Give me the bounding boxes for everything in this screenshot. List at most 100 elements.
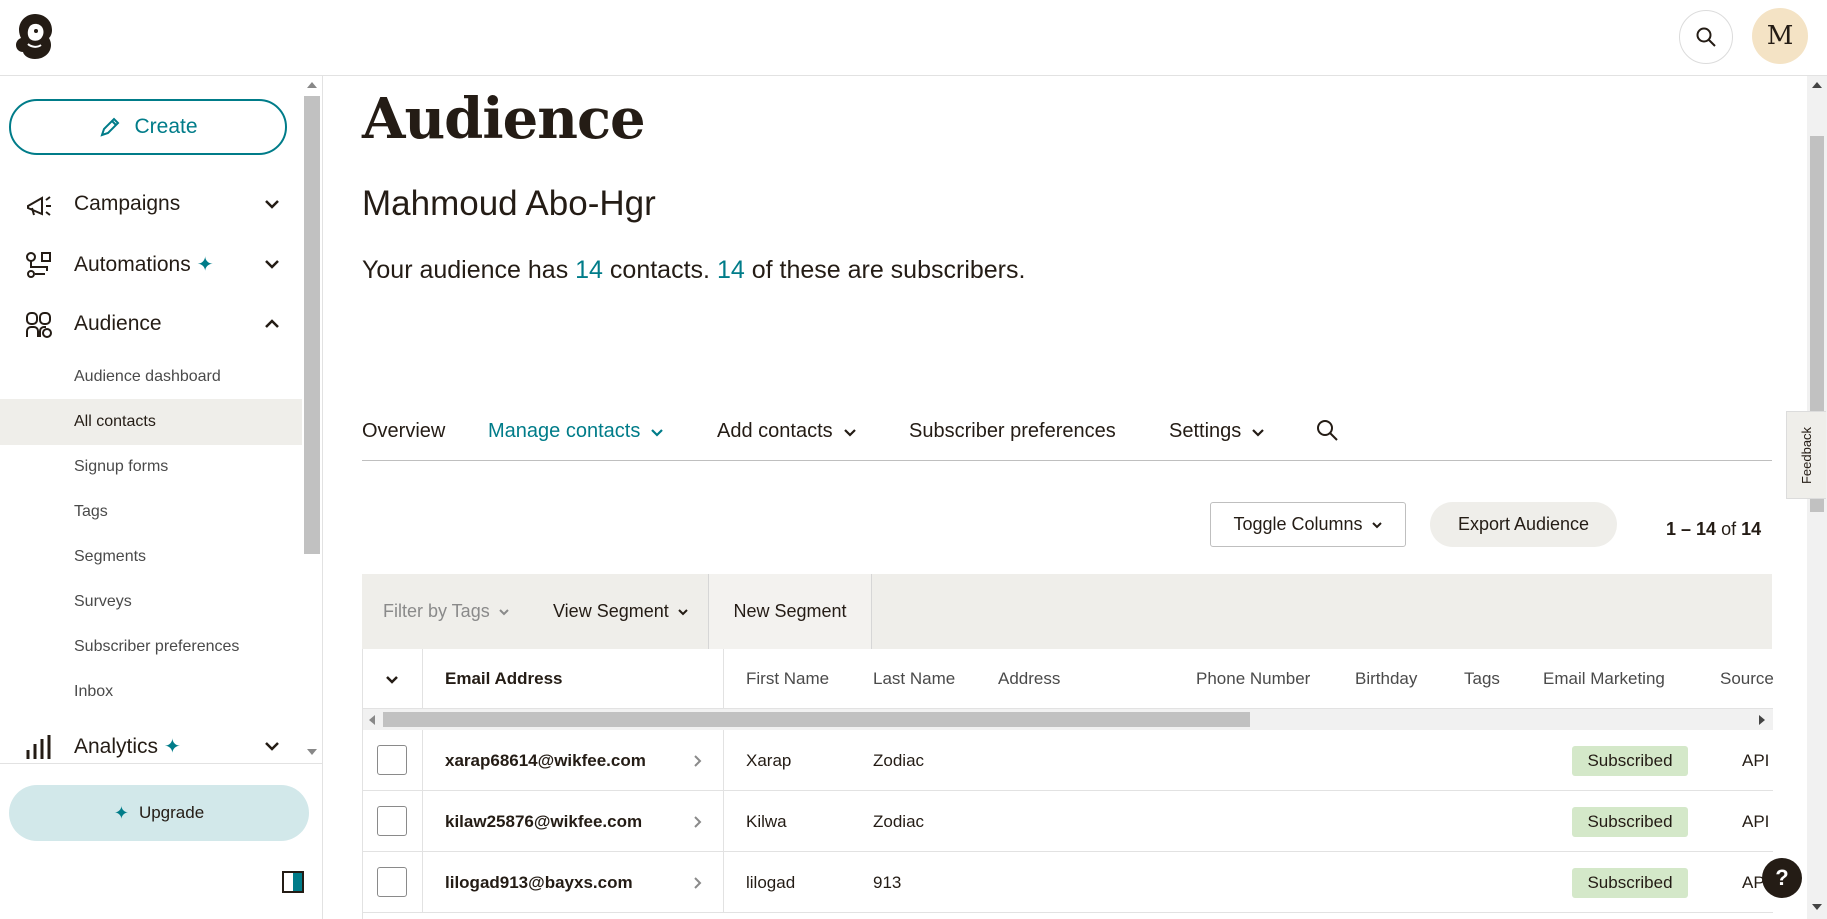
column-header-first-name[interactable]: First Name [746, 649, 829, 709]
column-header-birthday[interactable]: Birthday [1355, 649, 1417, 709]
sidebar-subitem-signup-forms[interactable]: Signup forms [0, 444, 302, 490]
row-checkbox[interactable] [377, 745, 407, 775]
column-header-tags[interactable]: Tags [1464, 649, 1500, 709]
chevron-right-icon[interactable] [691, 876, 705, 890]
status-badge: Subscribed [1572, 807, 1688, 837]
sidebar-scrollbar[interactable] [302, 76, 322, 763]
column-divider [723, 649, 724, 709]
contacts-table: Email Address First Name Last Name Addre… [362, 649, 1774, 919]
sparkle-icon: ✦ [113, 802, 129, 823]
tab-manage-contacts[interactable]: Manage contacts [488, 420, 664, 443]
chevron-down-icon [651, 428, 664, 437]
contact-email-link[interactable]: lilogad913@bayxs.com [445, 852, 633, 913]
megaphone-icon [27, 196, 51, 216]
upgrade-button-label: Upgrade [138, 803, 205, 822]
column-header-last-name[interactable]: Last Name [873, 649, 955, 709]
chevron-down-icon [265, 200, 279, 209]
first-name-cell: Kilwa [746, 811, 787, 831]
sidebar-subitem-all-contacts[interactable]: All contacts [0, 399, 302, 445]
table-row[interactable]: kilaw25876@wikfee.com Kilwa Zodiac Subsc… [363, 791, 1773, 852]
scroll-left-arrow-icon[interactable] [369, 715, 375, 725]
tab-add-contacts[interactable]: Add contacts [717, 420, 857, 443]
contact-email-link[interactable]: kilaw25876@wikfee.com [445, 791, 642, 852]
select-all-toggle[interactable] [385, 649, 399, 709]
new-segment-button[interactable]: New Segment [708, 574, 872, 649]
column-divider [422, 649, 423, 709]
create-button[interactable]: Create [9, 99, 287, 155]
last-name-cell: 913 [873, 872, 902, 892]
sidebar-item-audience[interactable]: Audience [0, 296, 302, 352]
column-header-email-marketing[interactable]: Email Marketing [1543, 649, 1665, 709]
summary-prefix: Your audience has [362, 256, 569, 284]
column-header-email[interactable]: Email Address [445, 649, 562, 709]
sidebar-subitem-tags[interactable]: Tags [0, 489, 302, 535]
sidebar-item-analytics[interactable]: Analytics ✦ [0, 718, 302, 763]
column-header-address[interactable]: Address [998, 649, 1060, 709]
bar-chart-icon [26, 735, 51, 759]
sidebar-item-label: Audience [74, 312, 162, 335]
chevron-down-icon [265, 260, 279, 269]
summary-middle: contacts. [609, 256, 710, 284]
sidebar-item-label: Analytics ✦ [74, 734, 181, 758]
table-horizontal-scrollbar[interactable] [363, 709, 1773, 730]
scroll-right-arrow-icon[interactable] [1759, 715, 1765, 725]
filter-by-tags-dropdown[interactable]: Filter by Tags [383, 574, 510, 649]
chevron-down-icon [1371, 521, 1382, 528]
summary-suffix: of these are subscribers. [751, 256, 1026, 284]
export-audience-button[interactable]: Export Audience [1430, 502, 1617, 547]
chevron-down-icon [265, 742, 279, 751]
tab-subscriber-preferences[interactable]: Subscriber preferences [909, 420, 1116, 443]
automation-flow-icon [26, 252, 51, 278]
audience-name: Mahmoud Abo-Hgr [362, 184, 656, 223]
column-divider [723, 791, 724, 852]
scrollbar-thumb[interactable] [304, 96, 320, 554]
column-divider [723, 852, 724, 913]
row-checkbox[interactable] [377, 806, 407, 836]
collapse-sidebar-icon[interactable] [282, 871, 304, 893]
tab-settings[interactable]: Settings [1169, 420, 1265, 443]
help-button[interactable]: ? [1762, 858, 1802, 898]
column-header-phone[interactable]: Phone Number [1196, 649, 1310, 709]
sidebar-item-automations[interactable]: Automations ✦ [0, 236, 302, 292]
sidebar-item-campaigns[interactable]: Campaigns [0, 176, 302, 232]
scroll-down-arrow-icon[interactable] [307, 749, 317, 755]
sidebar-subitem-audience-dashboard[interactable]: Audience dashboard [0, 354, 302, 400]
contact-email-link[interactable]: xarap68614@wikfee.com [445, 730, 646, 791]
chevron-right-icon[interactable] [691, 815, 705, 829]
table-row[interactable]: lilogad913@bayxs.com lilogad 913 Subscri… [363, 852, 1773, 913]
sidebar-subitem-inbox[interactable]: Inbox [0, 669, 302, 715]
sidebar-subitem-segments[interactable]: Segments [0, 534, 302, 580]
chevron-down-icon [1252, 428, 1265, 437]
last-name-cell: Zodiac [873, 750, 925, 770]
chevron-right-icon[interactable] [691, 754, 705, 768]
view-segment-dropdown[interactable]: View Segment [553, 574, 689, 649]
mailchimp-logo-icon[interactable] [10, 10, 60, 62]
user-avatar[interactable]: M [1752, 8, 1808, 64]
source-cell: API [1742, 811, 1770, 831]
audience-icon [26, 312, 52, 338]
first-name-cell: lilogad [746, 872, 796, 892]
source-cell: API [1742, 750, 1770, 770]
top-bar: M [0, 0, 1827, 76]
scroll-up-arrow-icon[interactable] [1812, 82, 1822, 88]
sidebar-subitem-subscriber-preferences[interactable]: Subscriber preferences [0, 624, 302, 670]
filter-bar: Filter by Tags View Segment New Segment [362, 574, 1772, 649]
table-row[interactable]: xarap68614@wikfee.com Xarap Zodiac Subsc… [363, 730, 1773, 791]
scrollbar-thumb[interactable] [383, 712, 1250, 727]
column-divider [723, 730, 724, 791]
sparkle-icon: ✦ [164, 735, 181, 758]
scroll-up-arrow-icon[interactable] [307, 82, 317, 88]
upgrade-button[interactable]: ✦ Upgrade [9, 785, 309, 841]
sidebar-item-label: Campaigns [74, 192, 181, 215]
tab-overview[interactable]: Overview [362, 420, 445, 443]
tab-search-button[interactable] [1315, 418, 1339, 442]
feedback-tab[interactable]: Feedback [1786, 411, 1826, 499]
scroll-down-arrow-icon[interactable] [1812, 904, 1822, 910]
row-checkbox[interactable] [377, 867, 407, 897]
column-header-source[interactable]: Source [1720, 649, 1774, 709]
toggle-columns-dropdown[interactable]: Toggle Columns [1210, 502, 1406, 547]
search-icon [1317, 420, 1338, 441]
create-button-label: Create [134, 115, 198, 138]
sidebar-subitem-surveys[interactable]: Surveys [0, 579, 302, 625]
global-search-button[interactable] [1679, 10, 1733, 64]
